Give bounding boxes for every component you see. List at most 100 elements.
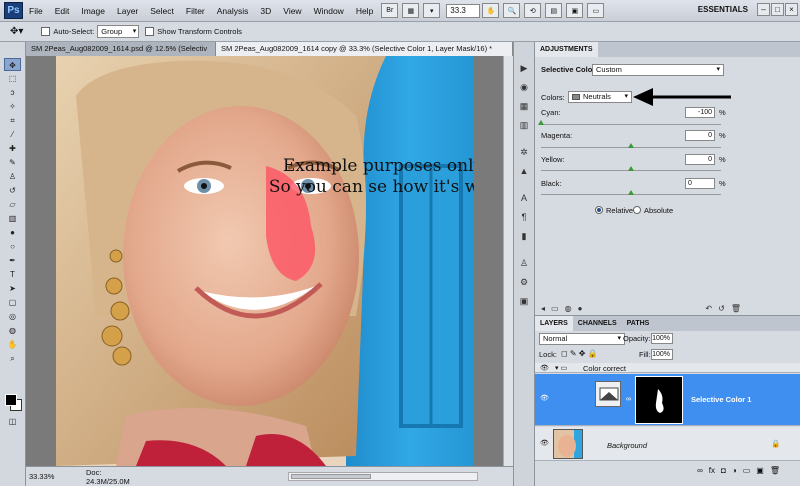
histogram-panel-icon[interactable]: ▲ [517,165,531,178]
eye-icon[interactable]: 👁 [540,439,549,447]
document-canvas[interactable]: Example purposes only! Ha! So you can se… [26,56,513,466]
group-expand-icon[interactable]: ▾ ▭ [555,364,567,372]
reset-icon[interactable]: ↺ [718,304,725,313]
add-mask-icon[interactable]: ◘ [721,466,726,475]
menu-image[interactable]: Image [75,6,111,16]
yellow-slider-thumb[interactable] [628,166,634,171]
menu-help[interactable]: Help [350,6,379,16]
auto-select-dropdown[interactable]: Group [97,25,140,38]
crop-tool-icon[interactable]: ⌗ [4,114,21,127]
paragraph-panel-icon[interactable]: ¶ [517,211,531,224]
delete-adjustment-icon[interactable]: 🗑 [731,304,741,313]
actions-panel-icon[interactable]: ◉ [517,81,531,94]
menu-analysis[interactable]: Analysis [211,6,255,16]
menu-filter[interactable]: Filter [180,6,211,16]
eraser-tool-icon[interactable]: ▱ [4,198,21,211]
menu-file[interactable]: File [23,6,49,16]
chain-link-icon[interactable]: ∞ [626,394,631,403]
visibility-icon[interactable]: ● [578,304,583,313]
move-tool-icon[interactable]: ✥▾ [10,26,23,37]
absolute-radio[interactable] [633,206,641,214]
swatches-panel-icon[interactable]: ▦ [517,100,531,113]
document-tab-copy[interactable]: SM 2Peas_Aug082009_1614 copy @ 33.3% (Se… [216,42,513,56]
workspace-switcher[interactable]: ESSENTIALS [698,5,748,14]
photoshop-logo[interactable]: Ps [4,2,23,19]
lock-icons[interactable]: ◻ ✎ ✥ 🔒 [561,349,598,358]
extras-icon[interactable]: ▾ [423,3,441,18]
foreground-color-swatch[interactable] [5,394,17,406]
hand-tool-icon[interactable]: ✋ [4,338,21,351]
clip-to-layer-icon[interactable]: ◍ [565,304,572,313]
close-button[interactable]: × [785,3,798,16]
zoom-level-field[interactable]: 33.3 [446,3,481,18]
delete-layer-icon[interactable]: 🗑 [770,466,780,475]
zoom-tool-icon[interactable]: 🔍 [503,3,521,18]
cyan-slider[interactable] [541,124,721,125]
canvas-horizontal-scrollbar[interactable] [288,472,478,481]
pen-tool-icon[interactable]: ✒ [4,254,21,267]
tab-layers[interactable]: LAYERS [535,316,573,331]
layer-row-background[interactable]: 👁 Background 🔒 [535,427,800,461]
hand-tool-icon[interactable]: ✋ [482,3,500,18]
new-layer-icon[interactable]: ▣ [756,466,764,475]
grid-icon[interactable]: ▤ [545,3,563,18]
blur-tool-icon[interactable]: ● [4,226,21,239]
menu-layer[interactable]: Layer [111,6,144,16]
clone-stamp-icon[interactable]: ♙ [4,170,21,183]
3d-orbit-icon[interactable]: ◍ [4,324,21,337]
menu-view[interactable]: View [277,6,307,16]
tab-paths[interactable]: PATHS [622,316,655,331]
maximize-button[interactable]: □ [771,3,784,16]
type-tool-icon[interactable]: T [4,268,21,281]
arrange-documents-icon[interactable]: ▣ [566,3,584,18]
menu-select[interactable]: Select [144,6,180,16]
preset-dropdown[interactable]: Custom [592,64,724,76]
zoom-tool-icon[interactable]: ⌕ [4,352,21,365]
notes-panel-icon[interactable]: ▣ [517,295,531,308]
auto-select-checkbox[interactable] [41,27,51,36]
3d-rotate-icon[interactable]: ◎ [4,310,21,323]
adjustment-layer-icon[interactable]: ◑ [732,466,737,475]
menu-edit[interactable]: Edit [49,6,76,16]
move-tool-icon[interactable]: ✥ [4,58,21,71]
rotate-view-icon[interactable]: ⟲ [524,3,542,18]
layer-mask-thumbnail[interactable] [635,376,683,424]
previous-state-icon[interactable]: ↶ [705,304,712,313]
eye-icon[interactable]: 👁 [540,364,549,372]
magic-wand-icon[interactable]: ✧ [4,100,21,113]
magenta-value-field[interactable]: 0 [685,130,715,141]
styles-panel-icon[interactable]: ▥ [517,119,531,132]
screen-mode-icon[interactable]: ▭ [587,3,605,18]
dodge-tool-icon[interactable]: ○ [4,240,21,253]
layer-group-row[interactable]: 👁 ▾ ▭ Color correct [535,363,800,373]
layer-style-icon[interactable]: fx [709,466,715,475]
fill-field[interactable]: 100% [651,349,673,360]
scrollbar-thumb[interactable] [291,474,371,479]
document-tab-original[interactable]: SM 2Peas_Aug082009_1614.psd @ 12.5% (Sel… [26,42,216,56]
back-icon[interactable]: ◂ [541,304,545,313]
relative-radio[interactable] [595,206,603,214]
bridge-icon[interactable]: Br [381,3,399,18]
history-brush-icon[interactable]: ↺ [4,184,21,197]
eyedropper-icon[interactable]: ⁄ [4,128,21,141]
adjustments-tab[interactable]: ADJUSTMENTS [535,42,598,57]
yellow-value-field[interactable]: 0 [685,154,715,165]
minimize-button[interactable]: – [757,3,770,16]
new-group-icon[interactable]: ▭ [743,466,751,475]
layer-row-selective-color[interactable]: 👁 ∞ Selective Color 1 [535,374,800,426]
lasso-tool-icon[interactable]: ↄ [4,86,21,99]
clone-source-panel-icon[interactable]: ♙ [517,257,531,270]
eye-icon[interactable]: 👁 [540,394,549,402]
marquee-tool-icon[interactable]: ⬚ [4,72,21,85]
healing-brush-icon[interactable]: ✚ [4,142,21,155]
gradient-tool-icon[interactable]: ▥ [4,212,21,225]
canvas-vertical-scrollbar[interactable] [503,56,513,466]
menu-window[interactable]: Window [308,6,350,16]
mini-bridge-icon[interactable]: ▦ [402,3,420,18]
menu-3d[interactable]: 3D [254,6,277,16]
brushes-panel-icon[interactable]: ✲ [517,146,531,159]
colors-dropdown[interactable]: Neutrals [568,91,632,103]
black-value-field[interactable]: 0 [685,178,715,189]
status-zoom[interactable]: 33.33% [26,472,56,481]
tool-presets-panel-icon[interactable]: ⚙ [517,276,531,289]
